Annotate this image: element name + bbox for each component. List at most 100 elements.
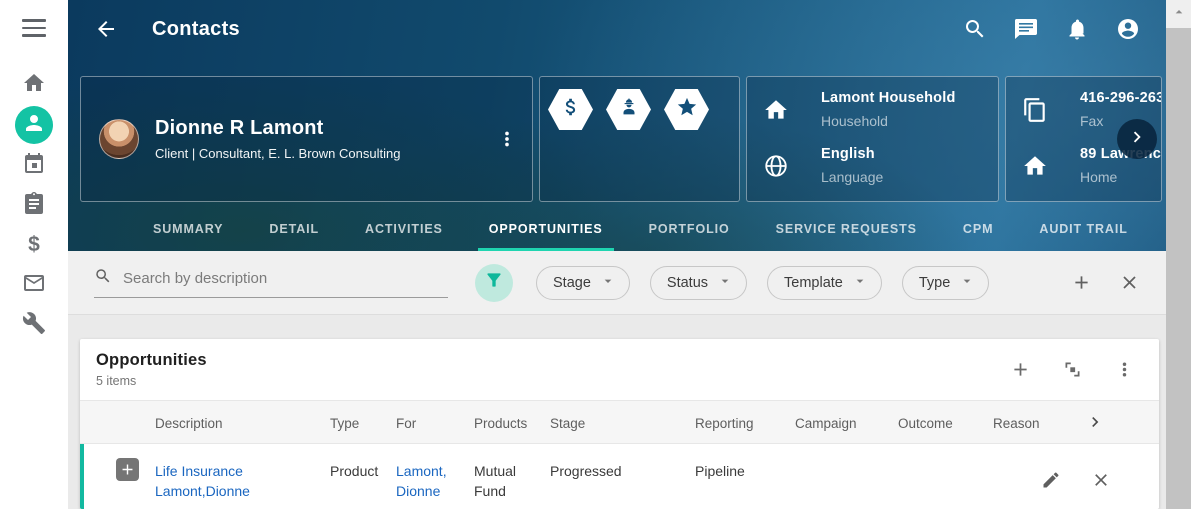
cell-for-link[interactable]: Lamont, Dionne xyxy=(396,444,474,501)
tab-opportunities[interactable]: OPPORTUNITIES xyxy=(478,210,614,251)
filter-chips: Stage Status Template Type xyxy=(536,266,989,300)
sidebar-item-calendar[interactable] xyxy=(14,145,54,185)
hero-banner: Contacts Dionne R Lamont Client | Consul… xyxy=(68,0,1166,251)
filter-bar: Stage Status Template Type xyxy=(68,251,1166,315)
appbar-actions xyxy=(963,17,1140,41)
cell-type: Product xyxy=(330,444,396,501)
chip-type[interactable]: Type xyxy=(902,266,989,300)
contact-subtitle: Client | Consultant, E. L. Brown Consult… xyxy=(155,146,400,161)
item-count: 5 items xyxy=(96,374,207,388)
household-name: Lamont Household xyxy=(821,90,956,106)
badges-card xyxy=(539,76,740,202)
column-type[interactable]: Type xyxy=(330,401,396,443)
dollar-icon xyxy=(560,96,582,123)
cell-stage: Progressed xyxy=(550,444,695,501)
opportunities-header: Opportunities 5 items xyxy=(80,339,1159,400)
tab-audit-trail[interactable]: AUDIT TRAIL xyxy=(1028,210,1138,251)
edit-icon[interactable] xyxy=(1041,470,1061,490)
column-outcome[interactable]: Outcome xyxy=(898,401,993,443)
chip-template[interactable]: Template xyxy=(767,266,882,300)
tab-activities[interactable]: ACTIVITIES xyxy=(354,210,454,251)
scrollbar-thumb[interactable] xyxy=(1166,28,1191,509)
contacts-icon xyxy=(22,111,46,140)
opportunities-card: Opportunities 5 items Description Type F… xyxy=(80,339,1159,509)
delete-icon[interactable] xyxy=(1091,470,1111,490)
language-entry: English Language xyxy=(747,146,998,185)
column-description[interactable]: Description xyxy=(155,401,330,443)
carousel-next-button[interactable] xyxy=(1117,119,1157,159)
column-products[interactable]: Products xyxy=(474,401,550,443)
cell-products: Mutual Fund xyxy=(474,444,550,501)
fax-number: 416-296-2636 xyxy=(1080,90,1162,106)
column-reporting[interactable]: Reporting xyxy=(695,401,795,443)
search-field xyxy=(94,267,448,298)
language-label: Language xyxy=(821,169,883,185)
sidebar-item-mail[interactable] xyxy=(14,265,54,305)
home-icon xyxy=(22,71,46,100)
content-area: Opportunities 5 items Description Type F… xyxy=(68,315,1166,509)
sidebar-item-money[interactable]: $ xyxy=(14,225,54,265)
expand-view-icon[interactable] xyxy=(1062,359,1083,380)
column-for[interactable]: For xyxy=(396,401,474,443)
filter-button[interactable] xyxy=(475,264,513,302)
language-value: English xyxy=(821,146,883,162)
home-icon xyxy=(1022,153,1048,179)
row-actions xyxy=(1041,470,1111,490)
header-cards: Dionne R Lamont Client | Consultant, E. … xyxy=(80,76,1162,202)
tab-summary[interactable]: SUMMARY xyxy=(142,210,234,251)
back-button[interactable] xyxy=(94,17,118,41)
more-options-icon[interactable] xyxy=(496,128,518,150)
chip-stage[interactable]: Stage xyxy=(536,266,630,300)
list-actions xyxy=(1010,359,1135,380)
badge-money[interactable] xyxy=(548,89,593,130)
vertical-scrollbar xyxy=(1166,0,1191,509)
list-title: Opportunities xyxy=(96,351,207,370)
badge-star[interactable] xyxy=(664,89,709,130)
sidebar-item-home[interactable] xyxy=(14,65,54,105)
scroll-columns-right-icon[interactable] xyxy=(1085,412,1105,443)
tab-detail[interactable]: DETAIL xyxy=(258,210,330,251)
column-reason[interactable]: Reason xyxy=(993,401,1080,443)
search-icon[interactable] xyxy=(963,17,987,41)
search-icon xyxy=(94,267,112,290)
tab-portfolio[interactable]: PORTFOLIO xyxy=(638,210,741,251)
contact-info-card: 416-296-2636 Fax 89 Lawrence Av Home xyxy=(1005,76,1162,202)
badge-occupation[interactable] xyxy=(606,89,651,130)
chevron-down-icon xyxy=(600,273,616,293)
avatar xyxy=(99,119,139,159)
cell-description-link[interactable]: Life Insurance Lamont,Dionne xyxy=(155,444,330,501)
household-card: Lamont Household Household English Langu… xyxy=(746,76,999,202)
chip-status[interactable]: Status xyxy=(650,266,747,300)
column-campaign[interactable]: Campaign xyxy=(795,401,898,443)
sidebar-item-tools[interactable] xyxy=(14,305,54,345)
chevron-right-icon xyxy=(1126,126,1148,153)
search-input[interactable] xyxy=(123,270,448,287)
column-stage[interactable]: Stage xyxy=(550,401,695,443)
menu-icon[interactable] xyxy=(22,19,46,37)
table-row[interactable]: Life Insurance Lamont,Dionne Product Lam… xyxy=(80,444,1159,509)
add-filter-icon[interactable] xyxy=(1071,272,1092,293)
sidebar-item-tasks[interactable] xyxy=(14,185,54,225)
tab-service-requests[interactable]: SERVICE REQUESTS xyxy=(765,210,928,251)
chevron-down-icon xyxy=(852,273,868,293)
home-icon xyxy=(763,97,789,123)
clear-filters-icon[interactable] xyxy=(1119,272,1140,293)
app-bar: Contacts xyxy=(68,0,1166,58)
contact-tabs: SUMMARY DETAIL ACTIVITIES OPPORTUNITIES … xyxy=(68,210,1166,251)
page-title: Contacts xyxy=(152,18,240,41)
sidebar-item-contacts[interactable] xyxy=(15,106,53,144)
household-label: Household xyxy=(821,113,956,129)
globe-icon xyxy=(763,153,789,179)
chat-icon[interactable] xyxy=(1014,17,1038,41)
add-opportunity-icon[interactable] xyxy=(1010,359,1031,380)
account-icon[interactable] xyxy=(1116,17,1140,41)
more-options-icon[interactable] xyxy=(1114,359,1135,380)
opportunity-type-badge-icon[interactable] xyxy=(116,458,139,481)
app-screen: $ Contacts xyxy=(0,0,1191,509)
cell-campaign xyxy=(795,444,898,501)
chevron-down-icon xyxy=(717,273,733,293)
notifications-icon[interactable] xyxy=(1065,17,1089,41)
profile-card: Dionne R Lamont Client | Consultant, E. … xyxy=(80,76,533,202)
tab-cpm[interactable]: CPM xyxy=(952,210,1004,251)
scrollbar-up-button[interactable] xyxy=(1166,0,1191,28)
